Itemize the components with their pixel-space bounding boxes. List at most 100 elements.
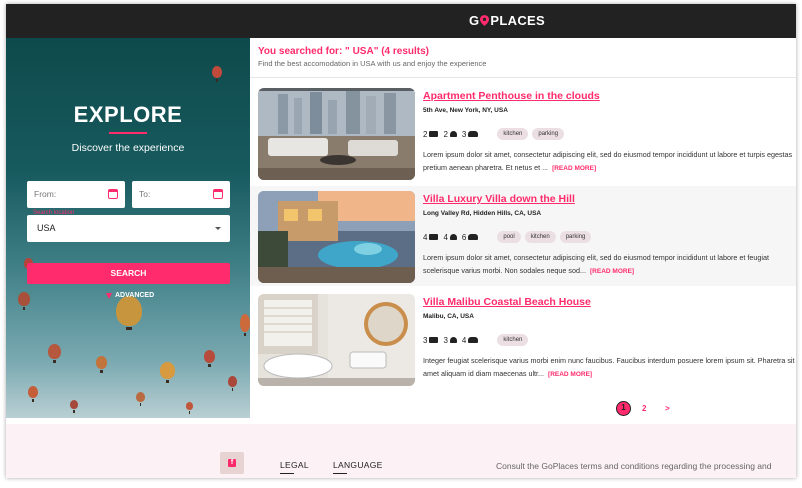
description-text: Lorem ipsum dolor sit amet, consectetur … [423, 150, 793, 172]
penthouse-photo-image [258, 88, 415, 180]
guests-icon [468, 234, 479, 240]
listing-description: Integer feugiat scelerisque varius morbi… [423, 355, 795, 381]
balloon-decoration [48, 344, 61, 363]
bath-icon [449, 131, 457, 137]
from-date-label: From: [34, 189, 57, 199]
listing-description: Lorem ipsum dolor sit amet, consectetur … [423, 149, 795, 175]
footer-legal-heading: LEGAL [280, 460, 309, 474]
balloon-decoration [18, 292, 30, 310]
balloon-decoration [160, 362, 175, 383]
from-date-field[interactable]: From: [27, 181, 125, 208]
beach-house-photo-image [258, 294, 415, 386]
balloon-decoration [136, 392, 145, 406]
balloon-decoration [28, 386, 38, 402]
pagination: 1 [616, 401, 631, 416]
balloon-decoration [70, 400, 78, 413]
next-page-button[interactable]: > [665, 404, 670, 413]
amenity-tag: parking [559, 231, 592, 243]
to-date-label: To: [139, 189, 151, 199]
baths-count: 4 [443, 232, 448, 242]
legal-label: LEGAL [280, 460, 309, 470]
language-label: LANGUAGE [333, 460, 383, 470]
listing-address: Malibu, CA, USA [423, 313, 474, 320]
listing-photo[interactable] [258, 88, 415, 180]
destination-select[interactable]: Search location USA [27, 210, 230, 242]
balloon-decoration [212, 66, 222, 82]
listing-address: Long Valley Rd, Hidden Hills, CA, USA [423, 210, 542, 217]
search-panel: EXPLORE Discover the experience From: To… [6, 38, 250, 418]
results-subheading: Find the best accomodation in USA with u… [258, 59, 487, 68]
page-2-button[interactable]: 2 [642, 404, 646, 413]
to-date-field[interactable]: To: [132, 181, 230, 208]
balloon-decoration [228, 376, 237, 391]
balloon-decoration [186, 402, 193, 414]
bed-icon [429, 337, 439, 343]
heading-underline [280, 473, 294, 474]
guests-icon [468, 131, 479, 137]
read-more-link[interactable]: [READ MORE] [590, 268, 634, 275]
facebook-button[interactable]: f [220, 452, 244, 474]
amenity-tag: pool [497, 231, 521, 243]
listing-card: Apartment Penthouse in the clouds 5th Av… [250, 83, 796, 183]
amenity-tag: kitchen [497, 128, 529, 140]
search-button[interactable]: SEARCH [27, 263, 230, 284]
footer-language-heading: LANGUAGE [333, 460, 383, 474]
guests-icon [468, 337, 479, 343]
filter-icon [106, 292, 112, 299]
listing-card: Villa Luxury Villa down the Hill Long Va… [250, 186, 796, 286]
listing-stats: 3 3 4 kitchen [423, 334, 529, 346]
panel-subtitle: Discover the experience [71, 142, 185, 154]
balloon-decoration [116, 296, 142, 330]
read-more-link[interactable]: [READ MORE] [552, 165, 596, 172]
destination-value: USA [37, 223, 56, 233]
balloon-decoration [240, 314, 250, 336]
brand-logo[interactable]: G PLACES [469, 13, 545, 28]
listing-description: Lorem ipsum dolor sit amet, consectetur … [423, 252, 795, 278]
bed-icon [429, 234, 439, 240]
guests-count: 4 [461, 335, 467, 345]
brand-suffix: PLACES [490, 13, 545, 28]
amenity-tag: kitchen [524, 231, 556, 243]
pagination-item: > [665, 404, 670, 413]
beds-count: 4 [423, 232, 428, 242]
balloon-decoration [96, 356, 107, 373]
results-panel: You searched for: " USA" (4 results) Fin… [250, 38, 796, 418]
description-text: Integer feugiat scelerisque varius morbi… [423, 356, 795, 378]
destination-label: Search location [33, 210, 75, 216]
guests-count: 6 [461, 232, 467, 242]
calendar-icon[interactable] [108, 189, 118, 199]
villa-photo-image [258, 191, 415, 283]
baths-count: 2 [443, 129, 448, 139]
facebook-icon: f [228, 459, 236, 467]
listing-card: Villa Malibu Coastal Beach House Malibu,… [250, 289, 796, 389]
footer-terms-text: Consult the GoPlaces terms and condition… [496, 461, 772, 471]
advanced-filters-link[interactable]: ADVANCED [106, 292, 154, 299]
calendar-icon[interactable] [213, 189, 223, 199]
bath-icon [449, 337, 457, 343]
page-1-button[interactable]: 1 [616, 401, 631, 416]
amenity-tag: kitchen [497, 334, 529, 346]
listing-title-link[interactable]: Apartment Penthouse in the clouds [423, 90, 600, 102]
divider [250, 77, 796, 78]
balloon-decoration [204, 350, 215, 367]
listing-photo[interactable] [258, 191, 415, 283]
amenity-tag: parking [532, 128, 565, 140]
guests-count: 3 [461, 129, 467, 139]
listing-address: 5th Ave, New York, NY, USA [423, 107, 508, 114]
bed-icon [429, 131, 439, 137]
listing-title-link[interactable]: Villa Luxury Villa down the Hill [423, 193, 575, 205]
panel-title: EXPLORE [73, 102, 183, 127]
top-bar: G PLACES [6, 4, 796, 38]
baths-count: 3 [443, 335, 448, 345]
listing-photo[interactable] [258, 294, 415, 386]
chevron-down-icon[interactable] [215, 227, 221, 230]
footer: f LEGAL LANGUAGE Consult the GoPlaces te… [6, 424, 796, 478]
title-underline [109, 132, 147, 134]
pagination-item: 2 [642, 404, 646, 413]
beds-count: 2 [423, 129, 428, 139]
brand-prefix: G [469, 13, 480, 28]
listing-title-link[interactable]: Villa Malibu Coastal Beach House [423, 296, 591, 308]
browser-frame: G PLACES EXPLORE Discover the experience… [6, 4, 796, 478]
read-more-link[interactable]: [READ MORE] [548, 371, 592, 378]
heading-underline [333, 473, 347, 474]
